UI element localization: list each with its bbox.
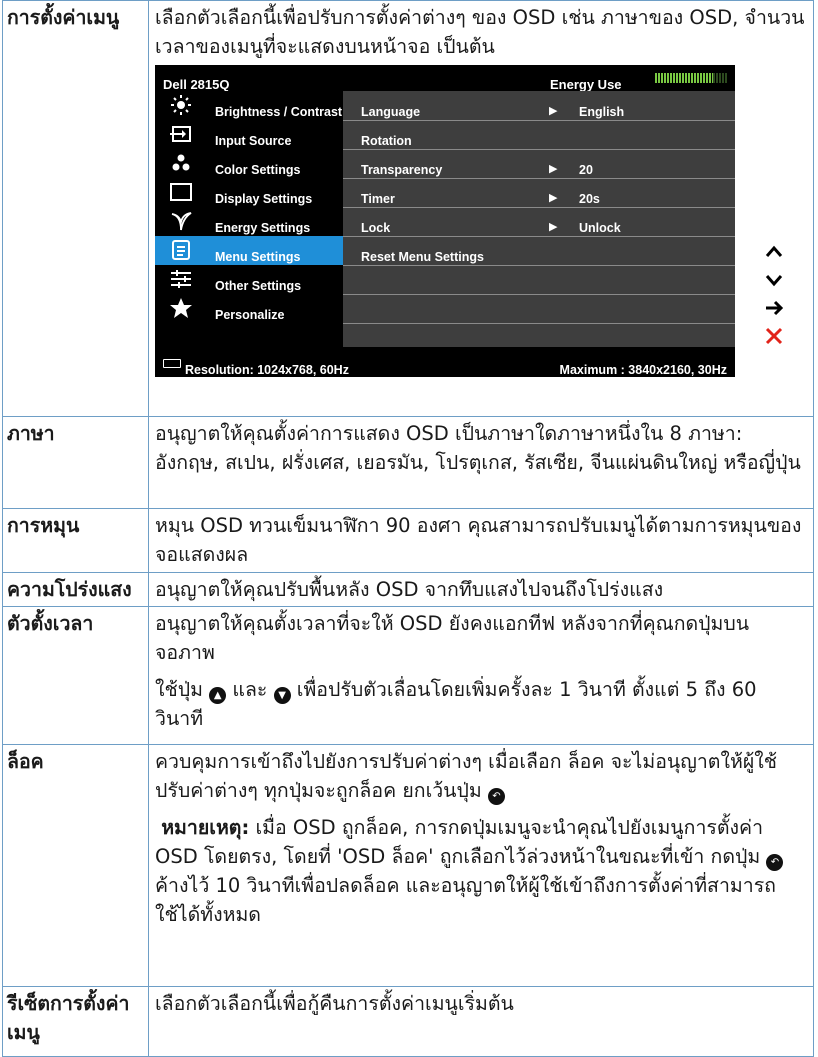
desc-text: เลือกตัวเลือกนี้เพื่อปรับการตั้งค่าต่างๆ… xyxy=(155,6,805,58)
option-reset-menu-settings[interactable]: Reset Menu Settings xyxy=(343,236,735,266)
desc-transparency: อนุญาตให้คุณปรับพื้นหลัง OSD จากทึบแสงไป… xyxy=(148,572,814,607)
option-lock[interactable]: Lock ▶ Unlock xyxy=(343,207,735,237)
current-resolution: Resolution: 1024x768, 60Hz xyxy=(185,363,349,377)
desc-reset-menu-settings: เลือกตัวเลือกนี้เพื่อกู้คืนการตั้งค่าเมน… xyxy=(148,986,814,1057)
up-icon[interactable] xyxy=(760,241,788,267)
option-empty xyxy=(343,294,735,324)
osd-main-menu: Brightness / Contrast Input Source Color… xyxy=(155,91,343,347)
resolution-icon xyxy=(163,359,181,368)
menu-doc-icon xyxy=(169,239,193,261)
sliders-icon xyxy=(169,268,193,290)
option-rotation[interactable]: Rotation xyxy=(343,120,735,150)
osd-menu-settings-table: การตั้งค่าเมนู เลือกตัวเลือกนี้เพื่อปรับ… xyxy=(2,0,814,1057)
star-icon xyxy=(169,297,193,319)
desc-text-buttons: ใช้ปุ่ม ▲ และ ▼ เพื่อปรับตัวเลื่อนโดยเพิ… xyxy=(155,675,807,733)
term-transparency: ความโปร่งแสง xyxy=(2,572,149,607)
down-icon[interactable] xyxy=(760,269,788,295)
table-row: การหมุน หมุน OSD ทวนเข็มนาฬิกา 90 องศา ค… xyxy=(2,508,814,573)
energy-meter-dim xyxy=(713,73,728,83)
table-row: ภาษา อนุญาตให้คุณตั้งค่าการแสดง OSD เป็น… xyxy=(2,416,814,509)
option-empty xyxy=(343,265,735,295)
text-fragment: ค้างไว้ 10 วินาทีเพื่อปลดล็อค และอนุญาตใ… xyxy=(155,874,776,926)
desc-rotation: หมุน OSD ทวนเข็มนาฬิกา 90 องศา คุณสามารถ… xyxy=(148,508,814,573)
term-rotation: การหมุน xyxy=(2,508,149,573)
menu-item-color-settings[interactable]: Color Settings xyxy=(155,149,343,178)
menu-item-brightness-contrast[interactable]: Brightness / Contrast xyxy=(155,91,343,120)
text-fragment: และ xyxy=(226,678,274,701)
menu-item-input-source[interactable]: Input Source xyxy=(155,120,343,149)
option-transparency[interactable]: Transparency ▶ 20 xyxy=(343,149,735,179)
menu-item-menu-settings[interactable]: Menu Settings xyxy=(155,236,343,265)
desc-timer: อนุญาตให้คุณตั้งเวลาที่จะให้ OSD ยังคงแอ… xyxy=(148,606,814,745)
input-source-icon xyxy=(169,123,193,145)
exit-icon[interactable] xyxy=(760,325,788,351)
desc-language: อนุญาตให้คุณตั้งค่าการแสดง OSD เป็นภาษาใ… xyxy=(148,416,814,509)
desc-text: อนุญาตให้คุณปรับพื้นหลัง OSD จากทึบแสงไป… xyxy=(155,578,664,601)
osd-footer: Resolution: 1024x768, 60Hz Maximum : 384… xyxy=(155,347,735,377)
table-row: ความโปร่งแสง อนุญาตให้คุณปรับพื้นหลัง OS… xyxy=(2,572,814,607)
menu-item-other-settings[interactable]: Other Settings xyxy=(155,265,343,294)
desc-text: ควบคุมการเข้าถึงไปยังการปรับค่าต่างๆ เมื… xyxy=(155,747,807,805)
text-fragment: ควบคุมการเข้าถึงไปยังการปรับค่าต่างๆ เมื… xyxy=(155,750,778,802)
back-button-icon: ↶ xyxy=(766,854,784,871)
term-lock: ล็อค xyxy=(2,744,149,987)
leaf-icon xyxy=(169,210,193,232)
table-row: ตัวตั้งเวลา อนุญาตให้คุณตั้งเวลาที่จะให้… xyxy=(2,606,814,745)
display-rect-icon xyxy=(169,181,193,203)
term-language: ภาษา xyxy=(2,416,149,509)
option-language[interactable]: Language ▶ English xyxy=(343,91,735,121)
up-button-icon: ▲ xyxy=(209,687,227,704)
term-timer: ตัวตั้งเวลา xyxy=(2,606,149,745)
desc-menu-settings: เลือกตัวเลือกนี้เพื่อปรับการตั้งค่าต่างๆ… xyxy=(148,0,814,417)
desc-text: อนุญาตให้คุณตั้งเวลาที่จะให้ OSD ยังคงแอ… xyxy=(155,612,750,664)
menu-item-energy-settings[interactable]: Energy Settings xyxy=(155,207,343,236)
desc-text: อนุญาตให้คุณตั้งค่าการแสดง OSD เป็นภาษาใ… xyxy=(155,422,801,474)
back-button-icon: ↶ xyxy=(487,788,505,805)
osd-panel: Dell 2815Q Energy Use Brightness / Contr… xyxy=(155,65,735,377)
table-row: ล็อค ควบคุมการเข้าถึงไปยังการปรับค่าต่าง… xyxy=(2,744,814,987)
menu-item-display-settings[interactable]: Display Settings xyxy=(155,178,343,207)
table-row: รีเซ็ตการตั้งค่าเมนู เลือกตัวเลือกนี้เพื… xyxy=(2,986,814,1057)
note-label: หมายเหตุ: xyxy=(161,816,250,839)
sun-icon xyxy=(169,94,193,116)
term-reset-menu-settings: รีเซ็ตการตั้งค่าเมนู xyxy=(2,986,149,1057)
enter-icon[interactable] xyxy=(760,297,788,323)
osd-header: Dell 2815Q Energy Use xyxy=(155,65,735,92)
desc-text: หมุน OSD ทวนเข็มนาฬิกา 90 องศา คุณสามารถ… xyxy=(155,514,802,566)
desc-text: เลือกตัวเลือกนี้เพื่อกู้คืนการตั้งค่าเมน… xyxy=(155,992,514,1015)
menu-item-label: Personalize xyxy=(215,308,285,322)
note-text: หมายเหตุ: เมื่อ OSD ถูกล็อค, การกดปุ่มเม… xyxy=(155,813,807,929)
color-dots-icon xyxy=(169,152,193,174)
option-timer[interactable]: Timer ▶ 20s xyxy=(343,178,735,208)
osd-submenu: Language ▶ English Rotation Transparency… xyxy=(343,91,735,347)
menu-item-personalize[interactable]: Personalize xyxy=(155,294,343,323)
table-row: การตั้งค่าเมนู เลือกตัวเลือกนี้เพื่อปรับ… xyxy=(2,0,814,417)
down-button-icon: ▼ xyxy=(273,687,291,704)
maximum-resolution: Maximum : 3840x2160, 30Hz xyxy=(559,363,727,377)
term-menu-settings: การตั้งค่าเมนู xyxy=(2,0,149,417)
text-fragment: ใช้ปุ่ม xyxy=(155,678,210,701)
osd-screenshot: Dell 2815Q Energy Use Brightness / Contr… xyxy=(155,65,795,377)
desc-lock: ควบคุมการเข้าถึงไปยังการปรับค่าต่างๆ เมื… xyxy=(148,744,814,987)
